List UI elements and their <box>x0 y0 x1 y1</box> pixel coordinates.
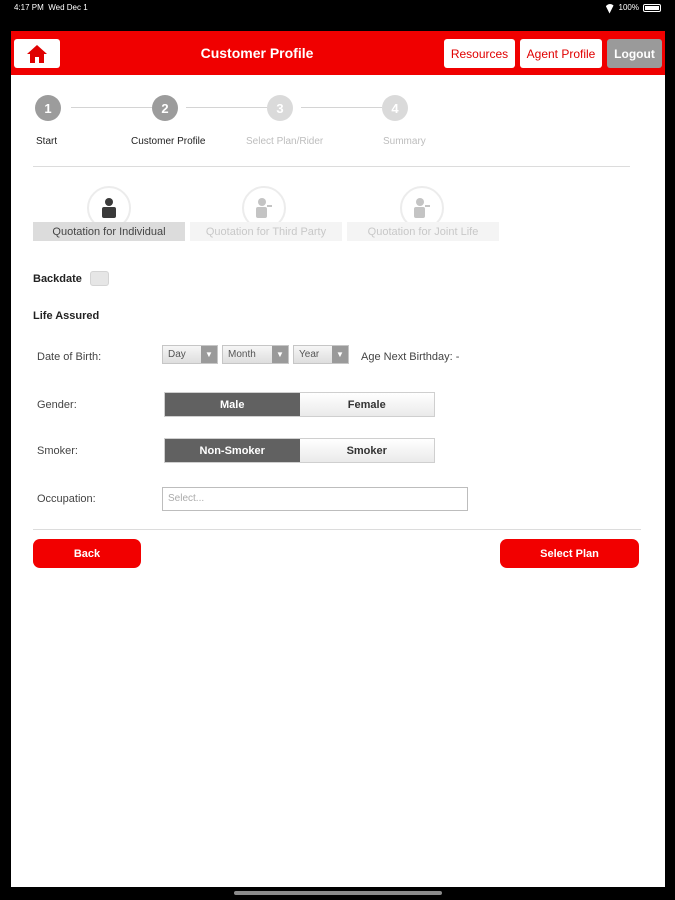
status-right: 100% <box>605 3 661 12</box>
dob-year-select[interactable]: Year ▼ <box>293 345 349 364</box>
form-divider <box>33 529 641 530</box>
select-plan-button[interactable]: Select Plan <box>500 539 639 568</box>
chevron-down-icon: ▼ <box>201 346 217 363</box>
dob-label: Date of Birth: <box>37 351 102 363</box>
tab-quotation-joint-life[interactable]: Quotation for Joint Life <box>347 222 499 241</box>
dob-month-select[interactable]: Month ▼ <box>222 345 289 364</box>
step-1-circle: 1 <box>35 95 61 121</box>
logout-button[interactable]: Logout <box>607 39 662 68</box>
dob-month-value: Month <box>228 349 256 360</box>
step-2-label: Customer Profile <box>131 136 206 147</box>
app-window: Customer Profile Resources Agent Profile… <box>11 31 665 887</box>
agent-profile-button[interactable]: Agent Profile <box>520 39 602 68</box>
status-bar: 4:17 PM Wed Dec 1 100% <box>0 0 675 14</box>
stepper-divider <box>33 166 630 167</box>
occupation-field[interactable]: Select... <box>162 487 468 511</box>
tab-quotation-individual[interactable]: Quotation for Individual <box>33 222 185 241</box>
step-connector <box>186 107 267 108</box>
page-title: Customer Profile <box>200 45 314 61</box>
step-connector <box>71 107 152 108</box>
step-4-circle: 4 <box>382 95 408 121</box>
backdate-label: Backdate <box>33 273 82 285</box>
step-2-circle: 2 <box>152 95 178 121</box>
age-next-birthday: Age Next Birthday: - <box>361 351 460 363</box>
chevron-down-icon: ▼ <box>272 346 288 363</box>
step-1-label: Start <box>36 136 58 147</box>
home-indicator[interactable] <box>234 891 442 895</box>
battery-icon <box>643 3 661 12</box>
wifi-icon <box>605 4 615 12</box>
life-assured-heading: Life Assured <box>33 310 100 322</box>
status-time: 4:17 PM Wed Dec 1 <box>14 3 88 12</box>
step-4-label: Summary <box>383 136 426 147</box>
dob-day-value: Day <box>168 349 186 360</box>
occupation-label: Occupation: <box>37 493 96 505</box>
dob-year-value: Year <box>299 349 320 360</box>
dob-day-select[interactable]: Day ▼ <box>162 345 218 364</box>
resources-button[interactable]: Resources <box>444 39 515 68</box>
smoker-option[interactable]: Smoker <box>299 439 434 462</box>
step-connector <box>301 107 382 108</box>
chevron-down-icon: ▼ <box>332 346 348 363</box>
gender-female-option[interactable]: Female <box>299 393 434 416</box>
smoker-label: Smoker: <box>37 445 78 457</box>
tab-quotation-third-party[interactable]: Quotation for Third Party <box>190 222 342 241</box>
smoker-toggle: Non-Smoker Smoker <box>164 438 435 463</box>
top-bar: Customer Profile Resources Agent Profile… <box>11 31 665 75</box>
non-smoker-option[interactable]: Non-Smoker <box>165 439 300 462</box>
step-3-circle: 3 <box>267 95 293 121</box>
backdate-checkbox[interactable] <box>90 271 109 286</box>
step-3-label: Select Plan/Rider <box>246 136 324 147</box>
battery-percent: 100% <box>618 3 639 12</box>
gender-male-option[interactable]: Male <box>165 393 300 416</box>
gender-label: Gender: <box>37 399 77 411</box>
gender-toggle: Male Female <box>164 392 435 417</box>
back-button[interactable]: Back <box>33 539 141 568</box>
